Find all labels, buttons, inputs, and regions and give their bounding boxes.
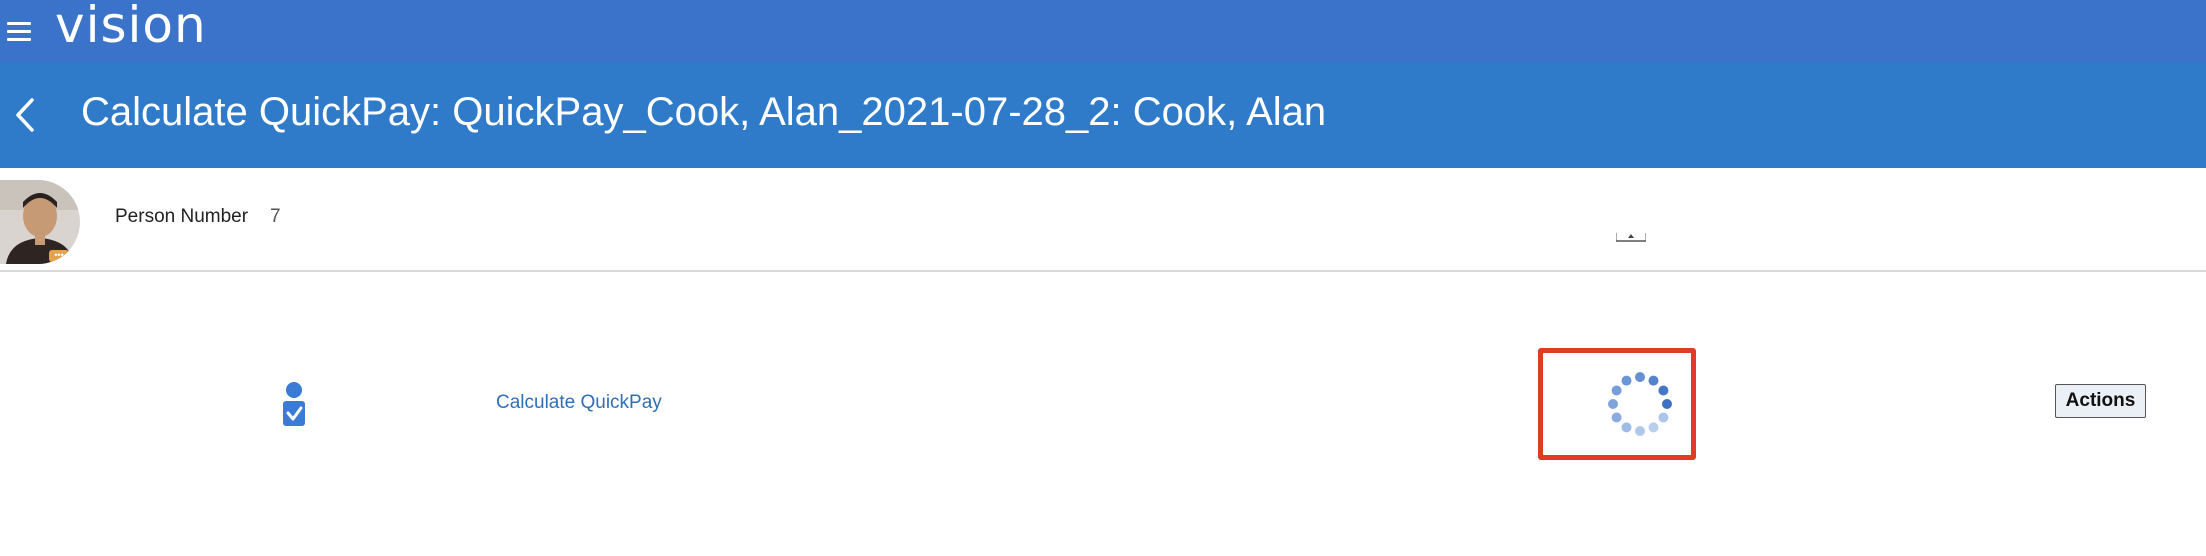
spinner-icon (1608, 372, 1672, 436)
more-icon[interactable]: ••• (49, 250, 69, 262)
person-number-label: Person Number (115, 206, 249, 227)
title-bar: Calculate QuickPay: QuickPay_Cook, Alan_… (0, 62, 2206, 168)
person-header: ••• Person Number 7 (0, 168, 2206, 272)
collapse-handle-icon[interactable] (1616, 230, 1646, 242)
person-number-value: 7 (270, 206, 281, 227)
chevron-left-icon[interactable] (10, 92, 40, 138)
avatar[interactable]: ••• (0, 180, 80, 264)
calculate-quickpay-link[interactable]: Calculate QuickPay (496, 392, 662, 414)
person-checklist-icon (283, 382, 305, 426)
brand-bar: vision (0, 0, 2206, 62)
brand-logo: vision (55, 0, 207, 54)
actions-button[interactable]: Actions (2055, 384, 2146, 418)
page-title: Calculate QuickPay: QuickPay_Cook, Alan_… (81, 90, 1327, 134)
hamburger-menu-icon[interactable] (7, 22, 33, 42)
